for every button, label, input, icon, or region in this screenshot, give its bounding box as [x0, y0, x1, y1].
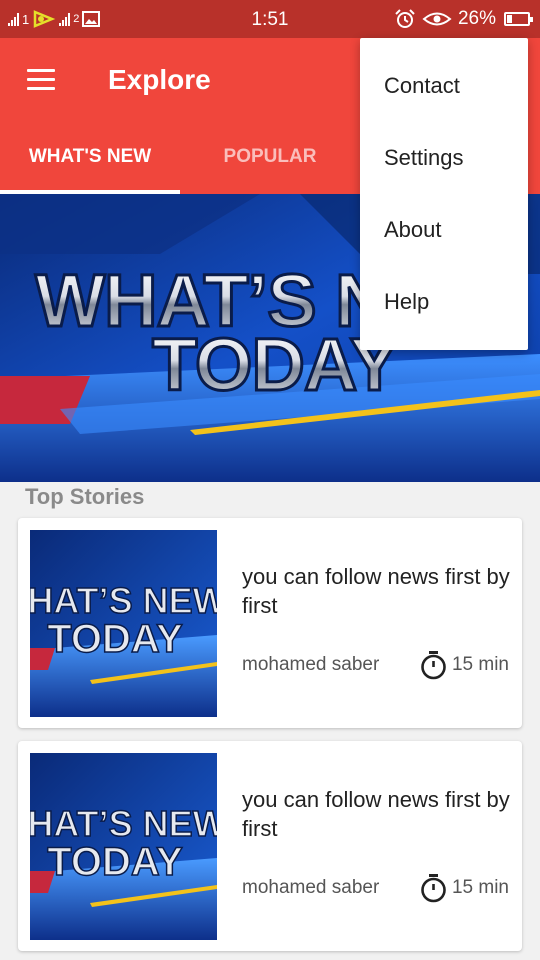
menu-item-about[interactable]: About — [360, 194, 528, 266]
thumb-line2: TODAY — [47, 840, 183, 884]
menu-item-help[interactable]: Help — [360, 266, 528, 338]
story-title: you can follow news first by first — [242, 564, 510, 618]
story-thumbnail: WHAT’S NEW TODAY — [30, 753, 217, 940]
story-duration: 15 min — [451, 654, 509, 675]
status-right: 26% — [394, 8, 533, 30]
story-author: mohamed saber — [242, 877, 380, 898]
page-title: Explore — [108, 64, 211, 95]
status-bar: 1 2 1:51 26% — [0, 0, 540, 38]
tab-popular[interactable]: POPULAR — [180, 134, 360, 194]
stopwatch-icon — [421, 874, 446, 903]
story-thumbnail: WHAT’S NEW TODAY — [30, 530, 217, 717]
menu-item-settings[interactable]: Settings — [360, 122, 528, 194]
thumb-line1: WHAT’S NEW — [30, 580, 217, 621]
story-card[interactable]: WHAT’S NEW TODAY you can follow news fir… — [18, 518, 522, 728]
overflow-menu: Contact Settings About Help — [360, 38, 528, 350]
battery-icon — [504, 12, 533, 26]
stopwatch-icon — [421, 651, 446, 680]
tab-whats-new[interactable]: WHAT'S NEW — [0, 134, 180, 194]
thumb-line2: TODAY — [47, 617, 183, 661]
story-time: 15 min — [420, 873, 509, 903]
eye-icon — [422, 12, 452, 26]
story-duration: 15 min — [451, 877, 509, 898]
thumb-line1: WHAT’S NEW — [30, 803, 217, 844]
hamburger-icon[interactable] — [27, 69, 55, 91]
alarm-icon — [395, 9, 415, 28]
menu-item-contact[interactable]: Contact — [360, 50, 528, 122]
story-title: you can follow news first by first — [242, 787, 510, 841]
story-card[interactable]: WHAT’S NEW TODAY you can follow news fir… — [18, 741, 522, 951]
story-author: mohamed saber — [242, 654, 380, 675]
battery-percent: 26% — [457, 8, 496, 29]
section-title: Top Stories — [25, 484, 145, 509]
story-time: 15 min — [420, 650, 509, 680]
